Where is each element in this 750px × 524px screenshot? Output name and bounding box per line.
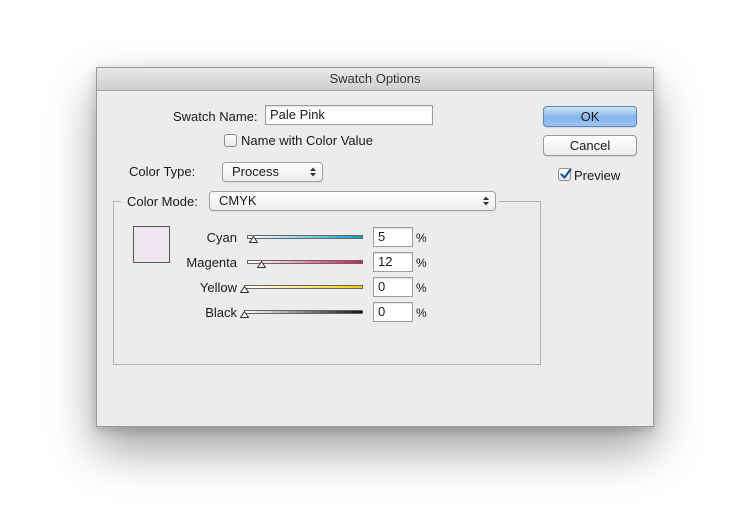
popup-arrows-icon (483, 196, 489, 206)
slider-thumb-icon[interactable] (240, 286, 249, 293)
channel-value-field[interactable]: 5 (373, 227, 413, 247)
percent-unit: % (416, 256, 427, 270)
channel-label: Black (205, 305, 237, 320)
channel-label: Cyan (206, 230, 237, 245)
popup-arrows-icon (310, 167, 316, 177)
window-title: Swatch Options (97, 68, 653, 91)
preview-label: Preview (574, 168, 621, 183)
percent-unit: % (416, 306, 427, 320)
channel-value-field[interactable]: 0 (373, 277, 413, 297)
channel-value-field[interactable]: 12 (373, 252, 413, 272)
color-mode-group (113, 201, 541, 365)
color-type-label: Color Type: (129, 164, 196, 179)
color-mode-label: Color Mode: (127, 194, 198, 209)
channel-value-field[interactable]: 0 (373, 302, 413, 322)
swatch-options-dialog: Swatch Options Swatch Name: Pale Pink Na… (96, 67, 654, 427)
cancel-button[interactable]: Cancel (543, 135, 637, 156)
ok-button[interactable]: OK (543, 106, 637, 127)
channel-slider[interactable] (244, 285, 363, 289)
color-type-popup[interactable]: Process (222, 162, 323, 182)
slider-thumb-icon[interactable] (256, 261, 266, 268)
channel-slider[interactable] (247, 235, 363, 239)
color-type-value: Process (232, 164, 279, 179)
color-mode-popup[interactable]: CMYK (209, 191, 496, 211)
percent-unit: % (416, 231, 427, 245)
swatch-name-field[interactable]: Pale Pink (265, 105, 433, 125)
name-with-color-value-label: Name with Color Value (241, 133, 373, 148)
slider-thumb-icon[interactable] (248, 236, 258, 243)
swatch-name-label: Swatch Name: (173, 109, 258, 124)
name-with-color-value-checkbox[interactable] (224, 134, 237, 147)
channel-label: Yellow (199, 280, 237, 295)
swatch-color-preview (133, 226, 170, 263)
channel-slider[interactable] (244, 310, 363, 314)
percent-unit: % (416, 281, 427, 295)
slider-thumb-icon[interactable] (240, 311, 249, 318)
channel-label: Magenta (186, 255, 237, 270)
color-mode-value: CMYK (219, 193, 257, 208)
checkmark-icon (560, 168, 572, 179)
preview-checkbox[interactable] (558, 168, 572, 181)
